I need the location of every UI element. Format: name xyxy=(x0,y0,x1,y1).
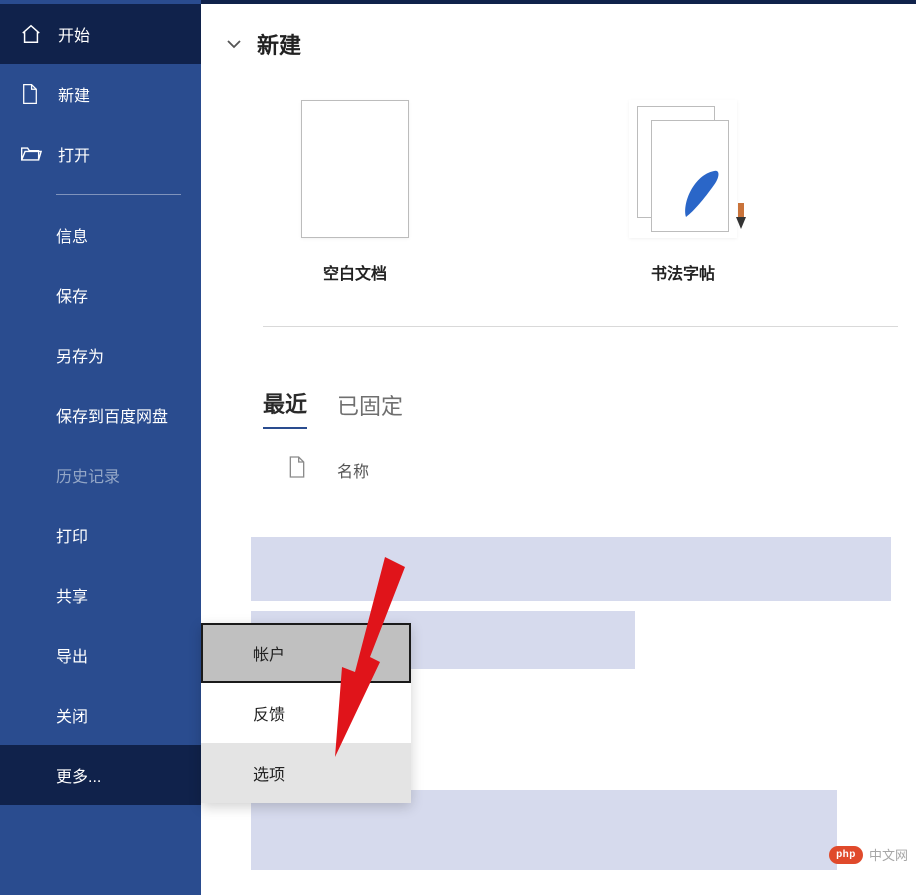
list-header: 名称 xyxy=(201,429,916,484)
sidebar-item-new[interactable]: 新建 xyxy=(0,64,201,124)
template-thumb-blank xyxy=(301,100,409,238)
sidebar-label: 保存 xyxy=(56,283,88,307)
sidebar-label: 共享 xyxy=(56,583,88,607)
sidebar-item-start[interactable]: 开始 xyxy=(0,4,201,64)
sidebar-label: 开始 xyxy=(58,22,90,46)
template-calligraphy[interactable]: 书法字帖 xyxy=(629,100,737,284)
sidebar-item-close[interactable]: 关闭 xyxy=(0,685,201,745)
template-thumb-calligraphy xyxy=(629,100,737,238)
tab-recent[interactable]: 最近 xyxy=(263,387,307,429)
sidebar-item-open[interactable]: 打开 xyxy=(0,124,201,184)
more-flyout: 帐户 反馈 选项 xyxy=(201,623,411,803)
section-title: 新建 xyxy=(257,28,301,60)
sidebar-label: 更多... xyxy=(56,763,101,787)
file-icon xyxy=(20,83,48,105)
tab-label: 最近 xyxy=(263,392,307,417)
flyout-item-options[interactable]: 选项 xyxy=(201,743,411,803)
brush-icon xyxy=(732,203,750,231)
sidebar-label: 信息 xyxy=(56,223,88,247)
templates-row: 空白文档 书法字帖 xyxy=(201,60,916,284)
watermark-badge: php xyxy=(829,846,863,864)
file-icon xyxy=(287,455,307,484)
sidebar-item-more[interactable]: 更多... xyxy=(0,745,201,805)
sidebar-label: 导出 xyxy=(56,643,88,667)
sidebar-label: 打印 xyxy=(56,523,88,547)
sidebar-divider xyxy=(56,194,181,195)
sidebar: 开始 新建 打开 信息 保存 另存为 保存到百度网盘 历史记录 打印 共享 导出… xyxy=(0,0,201,895)
sidebar-label: 保存到百度网盘 xyxy=(56,403,168,427)
sidebar-item-saveas[interactable]: 另存为 xyxy=(0,325,201,385)
flyout-label: 帐户 xyxy=(253,641,285,665)
sidebar-label: 打开 xyxy=(58,142,90,166)
column-name: 名称 xyxy=(337,458,369,482)
watermark-text: 中文网 xyxy=(869,845,908,864)
flyout-label: 选项 xyxy=(253,761,285,785)
sidebar-label: 历史记录 xyxy=(56,463,120,487)
sidebar-item-print[interactable]: 打印 xyxy=(0,505,201,565)
sidebar-item-save-baidu[interactable]: 保存到百度网盘 xyxy=(0,385,201,445)
template-blank-document[interactable]: 空白文档 xyxy=(301,100,409,284)
sidebar-item-export[interactable]: 导出 xyxy=(0,625,201,685)
folder-open-icon xyxy=(20,144,48,164)
sidebar-label: 关闭 xyxy=(56,703,88,727)
brush-stroke-icon xyxy=(680,167,726,223)
tab-label: 已固定 xyxy=(337,394,403,419)
recent-tabs: 最近 已固定 xyxy=(201,327,916,429)
list-item[interactable] xyxy=(251,537,891,601)
sidebar-item-share[interactable]: 共享 xyxy=(0,565,201,625)
sidebar-item-history: 历史记录 xyxy=(0,445,201,505)
flyout-item-account[interactable]: 帐户 xyxy=(201,623,411,683)
template-label: 空白文档 xyxy=(323,260,387,284)
chevron-down-icon xyxy=(225,35,243,53)
sidebar-label: 另存为 xyxy=(56,343,104,367)
top-border xyxy=(201,0,916,4)
flyout-item-feedback[interactable]: 反馈 xyxy=(201,683,411,743)
section-new-header[interactable]: 新建 xyxy=(201,0,916,60)
flyout-label: 反馈 xyxy=(253,701,285,725)
sidebar-item-save[interactable]: 保存 xyxy=(0,265,201,325)
sidebar-item-info[interactable]: 信息 xyxy=(0,205,201,265)
sidebar-label: 新建 xyxy=(58,82,90,106)
tab-pinned[interactable]: 已固定 xyxy=(337,389,403,429)
template-label: 书法字帖 xyxy=(651,260,715,284)
watermark: php 中文网 xyxy=(829,845,908,864)
home-icon xyxy=(20,23,48,45)
